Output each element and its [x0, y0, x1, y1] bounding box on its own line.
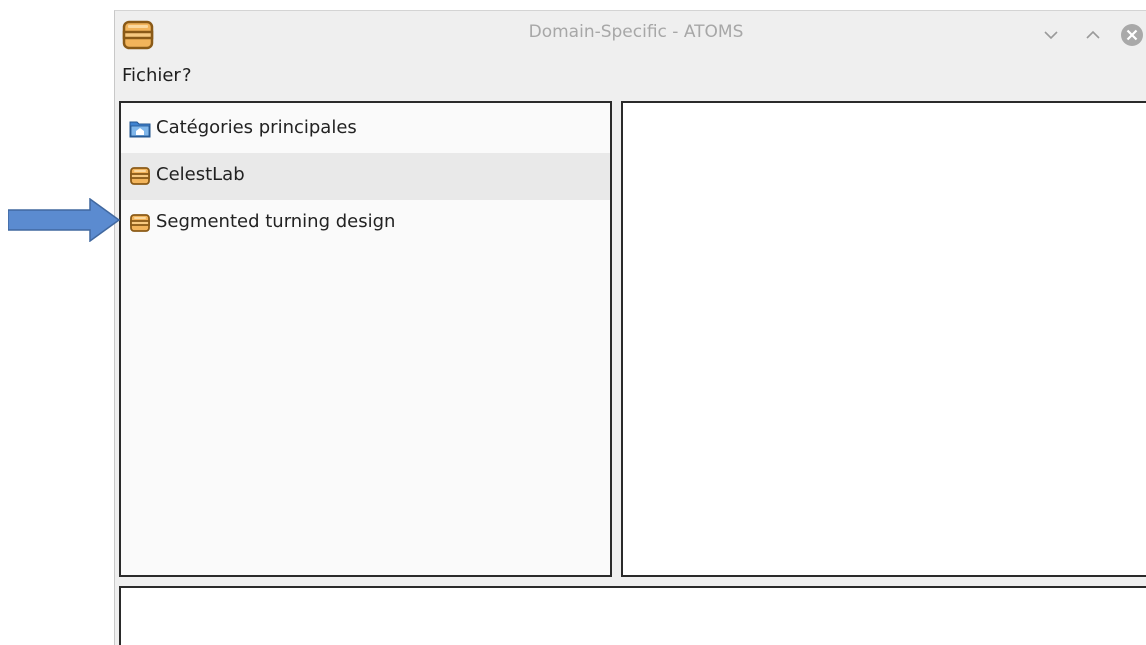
tree-item-label: CelestLab [156, 164, 245, 185]
archive-box-icon [130, 167, 150, 185]
tree-item-label: Catégories principales [156, 117, 357, 138]
tree-item-segmented-turning-design[interactable]: Segmented turning design [121, 200, 610, 247]
info-panel[interactable] [119, 586, 1146, 645]
title-bar[interactable]: Domain-Specific - ATOMS [115, 11, 1146, 57]
app-window: Domain-Specific - ATOMS Fichier ? Catégo… [114, 10, 1146, 645]
arrow-right-icon [8, 198, 121, 242]
menu-help[interactable]: ? [182, 65, 192, 86]
menu-fichier[interactable]: Fichier [122, 65, 181, 86]
tree-item-label: Segmented turning design [156, 211, 396, 232]
minimize-icon[interactable] [1040, 25, 1062, 45]
maximize-icon[interactable] [1082, 25, 1104, 45]
window-title: Domain-Specific - ATOMS [528, 22, 744, 42]
folder-home-icon [129, 121, 151, 138]
tree-item-celestlab[interactable]: CelestLab [121, 153, 610, 200]
category-tree[interactable]: Catégories principales CelestLab Segment… [119, 101, 612, 577]
archive-box-icon [130, 214, 150, 232]
tree-item-categories-principales[interactable]: Catégories principales [121, 106, 610, 153]
close-icon[interactable] [1119, 22, 1145, 48]
detail-panel[interactable] [621, 101, 1146, 577]
